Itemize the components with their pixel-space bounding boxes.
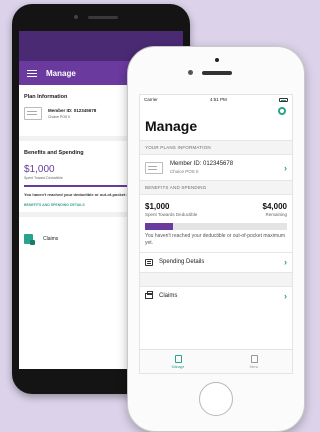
plan-name: Choice POS II <box>170 169 199 174</box>
chevron-right-icon: › <box>284 290 287 301</box>
tab-bar: Manage Menu <box>140 349 292 373</box>
spent-sub: Spent Towards Deductible <box>145 212 198 217</box>
id-card-icon <box>24 107 42 120</box>
front-camera <box>215 58 219 62</box>
hamburger-menu-icon[interactable] <box>27 68 37 79</box>
chevron-right-icon: › <box>284 257 287 268</box>
android-claims-label: Claims <box>43 236 59 242</box>
status-carrier: Carrier <box>144 97 158 102</box>
spent-amount: $1,000 <box>145 202 170 211</box>
iphone-screen: Carrier 4:51 PM Manage YOUR PLANS INFORM… <box>139 94 293 374</box>
iphone: Carrier 4:51 PM Manage YOUR PLANS INFORM… <box>127 46 305 432</box>
proximity-sensor <box>188 70 193 75</box>
tab-menu[interactable]: Menu <box>216 350 292 373</box>
benefits-section-label: BENEFITS AND SPENDING <box>140 180 292 195</box>
claims-label: Claims <box>159 292 178 299</box>
chevron-right-icon: › <box>284 162 287 173</box>
deductible-message: You haven't reached your deductible or o… <box>145 232 286 246</box>
gear-icon[interactable] <box>278 107 286 115</box>
ios-status-bar: Carrier 4:51 PM <box>140 95 292 104</box>
remaining-amount: $4,000 <box>262 202 287 211</box>
earpiece <box>88 16 118 19</box>
tab-manage-label: Manage <box>171 364 185 369</box>
claims-icon <box>145 290 153 299</box>
member-id: Member ID: 012345678 <box>170 161 234 167</box>
status-time: 4:51 PM <box>210 97 227 102</box>
android-member-id: Member ID: 012345678 <box>48 108 97 113</box>
page-title: Manage <box>145 118 198 134</box>
menu-tab-icon <box>250 354 258 363</box>
tab-menu-label: Menu <box>249 364 259 369</box>
tab-manage[interactable]: Manage <box>140 350 216 373</box>
spending-details-label: Spending Details <box>159 259 205 266</box>
spending-details-row[interactable]: Spending Details › <box>140 251 292 272</box>
id-card-icon <box>145 161 163 174</box>
android-plan-name: Choice POS II <box>48 115 71 119</box>
document-icon <box>145 258 153 266</box>
section-gap <box>140 271 292 286</box>
spending-summary: $1,000 Spent Towards Deductible $4,000 R… <box>140 195 292 218</box>
manage-tab-icon <box>174 354 182 363</box>
earpiece <box>202 71 232 75</box>
plans-section-label: YOUR PLANS INFORMATION <box>140 140 292 155</box>
android-header-title: Manage <box>46 68 76 78</box>
home-button[interactable] <box>199 382 233 416</box>
claims-row[interactable]: Claims › <box>140 285 292 305</box>
deductible-progress-bar <box>145 222 287 230</box>
plan-row[interactable]: Member ID: 012345678 Choice POS II › <box>140 155 292 180</box>
battery-icon <box>279 97 288 102</box>
claims-icon <box>24 234 35 245</box>
front-camera <box>74 15 78 19</box>
remaining-sub: Remaining <box>265 212 287 217</box>
deductible-progress-fill <box>145 222 174 230</box>
